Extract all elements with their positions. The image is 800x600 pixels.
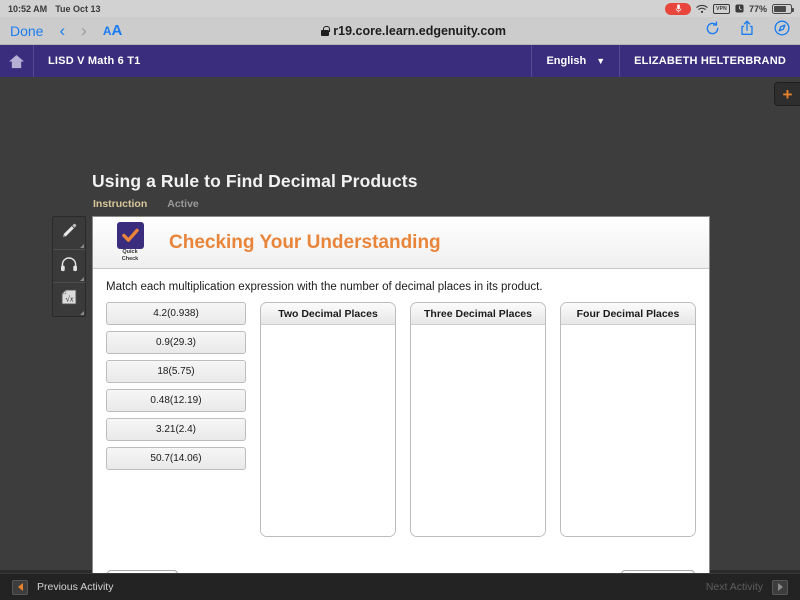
quick-check-badge-line2: Check bbox=[121, 256, 139, 262]
safari-done-button[interactable]: Done bbox=[10, 23, 43, 39]
draggable-chip[interactable]: 0.9(29.3) bbox=[106, 331, 246, 354]
draggable-list: 4.2(0.938) 0.9(29.3) 18(5.75) 0.48(12.19… bbox=[106, 302, 246, 537]
drop-zone[interactable]: Two Decimal Places bbox=[260, 302, 396, 537]
drop-zone[interactable]: Three Decimal Places bbox=[410, 302, 546, 537]
alarm-icon bbox=[735, 4, 744, 13]
battery-percent: 77% bbox=[748, 3, 767, 14]
drop-zone-body[interactable] bbox=[561, 325, 695, 536]
compass-icon[interactable] bbox=[774, 20, 790, 41]
pencil-icon bbox=[60, 222, 78, 245]
bottom-navigation: Previous Activity Next Activity bbox=[0, 573, 800, 600]
tab-active[interactable]: Active bbox=[167, 198, 199, 210]
math-calculator-icon: √x bbox=[60, 288, 78, 311]
forward-icon: › bbox=[81, 20, 87, 40]
quick-check-badge: Quick Check bbox=[109, 222, 151, 263]
drop-zone-title: Two Decimal Places bbox=[261, 303, 395, 325]
drop-zone-group: Two Decimal Places Three Decimal Places … bbox=[260, 302, 696, 537]
safari-toolbar: Done ‹ › AA r19.core.learn.edgenuity.com bbox=[0, 17, 800, 45]
vpn-badge: VPN bbox=[713, 3, 730, 14]
address-bar[interactable]: r19.core.learn.edgenuity.com bbox=[138, 24, 689, 38]
language-selector[interactable]: English ▼ bbox=[531, 45, 621, 77]
previous-activity-label: Previous Activity bbox=[37, 581, 114, 593]
tab-instruction[interactable]: Instruction bbox=[93, 198, 147, 210]
reload-icon[interactable] bbox=[705, 20, 720, 41]
triangle-left-icon bbox=[12, 579, 28, 595]
checkmark-icon bbox=[116, 222, 144, 249]
lesson-tabs: Instruction Active bbox=[93, 198, 199, 210]
pencil-tool-button[interactable] bbox=[53, 217, 85, 250]
add-tab-button[interactable]: + bbox=[774, 82, 800, 106]
lesson-stage: + Using a Rule to Find Decimal Products … bbox=[0, 77, 800, 600]
quick-check-badge-line1: Quick bbox=[122, 249, 138, 255]
course-name: LISD V Math 6 T1 bbox=[48, 55, 141, 67]
drop-zone[interactable]: Four Decimal Places bbox=[560, 302, 696, 537]
audio-tool-button[interactable] bbox=[53, 250, 85, 283]
status-date: Tue Oct 13 bbox=[55, 3, 101, 14]
plus-icon: + bbox=[782, 84, 793, 104]
chevron-down-icon: ▼ bbox=[596, 56, 606, 66]
wifi-icon bbox=[696, 4, 708, 14]
ios-status-bar: 10:52 AM Tue Oct 13 VPN 77% bbox=[0, 0, 800, 17]
lock-icon bbox=[321, 25, 330, 36]
drop-zone-body[interactable] bbox=[261, 325, 395, 536]
drop-zone-title: Three Decimal Places bbox=[411, 303, 545, 325]
quick-check-title: Checking Your Understanding bbox=[169, 231, 441, 253]
url-text: r19.core.learn.edgenuity.com bbox=[333, 23, 507, 38]
back-icon[interactable]: ‹ bbox=[59, 21, 65, 41]
next-activity-button[interactable]: Next Activity bbox=[705, 579, 788, 595]
quick-check-header: Quick Check Checking Your Understanding bbox=[93, 217, 709, 269]
user-name[interactable]: ELIZABETH HELTERBRAND bbox=[620, 55, 800, 67]
language-label: English bbox=[546, 55, 587, 67]
draggable-chip[interactable]: 0.48(12.19) bbox=[106, 389, 246, 412]
content-panel: Quick Check Checking Your Understanding … bbox=[92, 216, 710, 600]
draggable-chip[interactable]: 4.2(0.938) bbox=[106, 302, 246, 325]
drop-zone-body[interactable] bbox=[411, 325, 545, 536]
next-activity-label: Next Activity bbox=[705, 581, 763, 593]
page-title: Using a Rule to Find Decimal Products bbox=[92, 171, 418, 191]
home-icon[interactable] bbox=[0, 45, 34, 77]
previous-activity-button[interactable]: Previous Activity bbox=[12, 579, 114, 595]
drop-zone-title: Four Decimal Places bbox=[561, 303, 695, 325]
share-icon[interactable] bbox=[740, 20, 754, 41]
headphones-icon bbox=[60, 256, 78, 277]
calculator-tool-button[interactable]: √x bbox=[53, 283, 85, 316]
draggable-chip[interactable]: 18(5.75) bbox=[106, 360, 246, 383]
triangle-right-icon bbox=[772, 579, 788, 595]
matching-activity: 4.2(0.938) 0.9(29.3) 18(5.75) 0.48(12.19… bbox=[93, 302, 709, 537]
draggable-chip[interactable]: 50.7(14.06) bbox=[106, 447, 246, 470]
status-time: 10:52 AM bbox=[8, 3, 48, 14]
text-size-button[interactable]: AA bbox=[103, 22, 123, 39]
draggable-chip[interactable]: 3.21(2.4) bbox=[106, 418, 246, 441]
app-header: LISD V Math 6 T1 English ▼ ELIZABETH HEL… bbox=[0, 45, 800, 77]
activity-prompt: Match each multiplication expression wit… bbox=[106, 281, 543, 293]
battery-icon bbox=[772, 3, 794, 14]
svg-text:√x: √x bbox=[65, 295, 73, 304]
microphone-icon bbox=[665, 2, 692, 15]
tool-rail: √x bbox=[52, 216, 86, 317]
